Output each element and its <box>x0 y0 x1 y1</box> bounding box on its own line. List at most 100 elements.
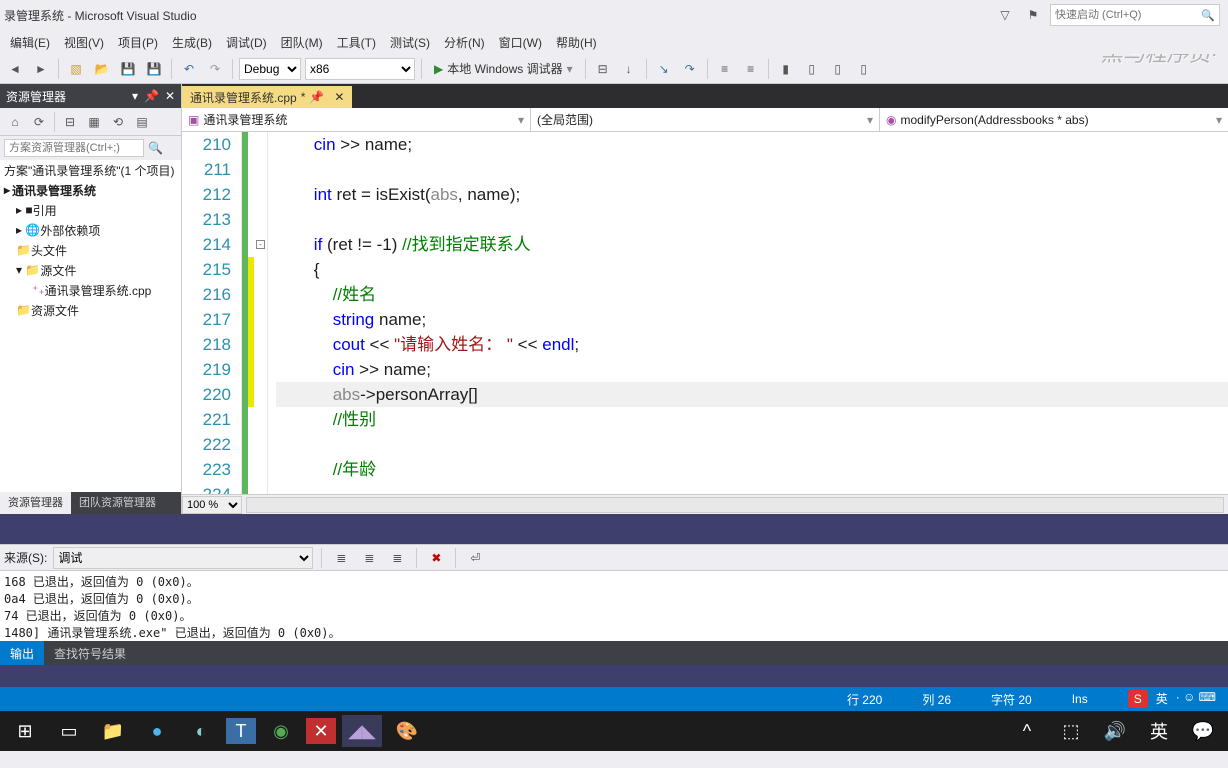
collapse-icon[interactable]: ⊟ <box>59 111 81 133</box>
close-icon[interactable]: ✕ <box>334 90 344 104</box>
menu-help[interactable]: 帮助(H) <box>550 32 603 53</box>
start-debug-button[interactable]: ▶ 本地 Windows 调试器 ▾ <box>428 58 579 80</box>
indent-left-icon[interactable]: ≡ <box>714 58 736 80</box>
menu-view[interactable]: 视图(V) <box>58 32 110 53</box>
output-source-select[interactable]: 调试 <box>53 547 313 569</box>
redo-icon[interactable]: ↷ <box>204 58 226 80</box>
project-node[interactable]: ▸通讯录管理系统 <box>0 180 181 200</box>
headers-node[interactable]: 📁 头文件 <box>0 240 181 260</box>
nav-fwd-icon[interactable]: ► <box>30 58 52 80</box>
menu-analyze[interactable]: 分析(N) <box>438 32 491 53</box>
pin-icon[interactable]: 📌 <box>144 89 159 103</box>
file-explorer-icon[interactable]: 📁 <box>94 715 132 747</box>
code-editor[interactable]: 2102112122132142152162172182192202212222… <box>182 132 1228 494</box>
paint-icon[interactable]: 🎨 <box>388 715 426 747</box>
feedback-icon[interactable]: ⚑ <box>1022 4 1044 26</box>
tb-icon-12[interactable]: ▯ <box>853 58 875 80</box>
bookmark-icon[interactable]: ▯ <box>827 58 849 80</box>
home-icon[interactable]: ⌂ <box>4 111 26 133</box>
menu-project[interactable]: 项目(P) <box>112 32 164 53</box>
properties-icon[interactable]: ▤ <box>131 111 153 133</box>
tab-team-explorer[interactable]: 团队资源管理器 <box>71 492 164 514</box>
resources-node[interactable]: 📁 资源文件 <box>0 300 181 320</box>
open-file-icon[interactable]: 📂 <box>91 58 113 80</box>
tb-icon-1[interactable]: ⊟ <box>592 58 614 80</box>
chevron-down-icon[interactable]: ▾ <box>132 89 138 103</box>
quick-launch-input[interactable] <box>1055 9 1201 21</box>
comment-icon[interactable]: ▮ <box>775 58 797 80</box>
save-icon[interactable]: 💾 <box>117 58 139 80</box>
ime-lang[interactable]: 英 <box>1156 690 1168 708</box>
file-tab-active[interactable]: 通讯录管理系统.cpp * 📌 ✕ <box>182 86 352 108</box>
quick-launch[interactable]: 🔍 <box>1050 4 1220 26</box>
external-deps-node[interactable]: ▸ 🌐 外部依赖项 <box>0 220 181 240</box>
tray-action-icon[interactable]: 💬 <box>1184 715 1222 747</box>
main-toolbar: ◄ ► ▧ 📂 💾 💾 ↶ ↷ Debug x86 ▶ 本地 Windows 调… <box>0 54 1228 84</box>
ime-sogou-icon[interactable]: S <box>1128 690 1148 708</box>
tab-solution-explorer[interactable]: 资源管理器 <box>0 492 71 514</box>
task-view-icon[interactable]: ▭ <box>50 715 88 747</box>
member-combo[interactable]: ◉ modifyPerson(Addressbooks * abs) ▾ <box>880 108 1228 131</box>
pin-icon[interactable]: 📌 <box>309 90 324 104</box>
platform-select[interactable]: x86 <box>305 58 415 80</box>
menu-build[interactable]: 生成(B) <box>166 32 218 53</box>
nav-back-icon[interactable]: ◄ <box>4 58 26 80</box>
app-icon-2[interactable]: T <box>226 718 256 744</box>
show-all-icon[interactable]: ▦ <box>83 111 105 133</box>
output-icon-1[interactable]: ≣ <box>330 547 352 569</box>
chevron-down-icon: ▾ <box>1216 113 1222 127</box>
step-into-icon[interactable]: ↘ <box>653 58 675 80</box>
solution-node[interactable]: 方案"通讯录管理系统"(1 个项目) <box>0 160 181 180</box>
app-icon-3[interactable]: ◉ <box>262 715 300 747</box>
horizontal-scrollbar[interactable] <box>246 497 1224 513</box>
zoom-select[interactable]: 100 % <box>182 496 242 514</box>
tray-ime-icon[interactable]: 英 <box>1140 715 1178 747</box>
tray-network-icon[interactable]: ⬚ <box>1052 715 1090 747</box>
tray-up-icon[interactable]: ^ <box>1008 715 1046 747</box>
start-button[interactable]: ⊞ <box>6 715 44 747</box>
tab-output[interactable]: 输出 <box>0 641 44 665</box>
outline-collapse-icon[interactable]: - <box>256 240 265 249</box>
sources-node[interactable]: ▾ 📁 源文件 <box>0 260 181 280</box>
sidebar-tabs: 资源管理器 团队资源管理器 <box>0 492 181 514</box>
clear-output-icon[interactable]: ✖ <box>425 547 447 569</box>
menu-tools[interactable]: 工具(T) <box>331 32 382 53</box>
output-icon-2[interactable]: ≣ <box>358 547 380 569</box>
step-over-icon[interactable]: ↷ <box>679 58 701 80</box>
indent-right-icon[interactable]: ≡ <box>740 58 762 80</box>
undo-icon[interactable]: ↶ <box>178 58 200 80</box>
browser-icon[interactable]: ● <box>138 715 176 747</box>
scope-combo[interactable]: ▣ 通讯录管理系统 ▾ <box>182 108 531 131</box>
type-combo[interactable]: (全局范围) ▾ <box>531 108 880 131</box>
sync-icon[interactable]: ⟳ <box>28 111 50 133</box>
source-file-node[interactable]: ⁺₊ 通讯录管理系统.cpp <box>0 280 181 300</box>
config-select[interactable]: Debug <box>239 58 301 80</box>
save-all-icon[interactable]: 💾 <box>143 58 165 80</box>
menu-team[interactable]: 团队(M) <box>275 32 329 53</box>
tray-volume-icon[interactable]: 🔊 <box>1096 715 1134 747</box>
output-icon-3[interactable]: ≣ <box>386 547 408 569</box>
app-icon-4[interactable]: ✕ <box>306 718 336 744</box>
app-icon-1[interactable]: ◐ <box>182 715 220 747</box>
menu-window[interactable]: 窗口(W) <box>493 32 548 53</box>
search-icon[interactable]: 🔍 <box>148 141 163 155</box>
tab-find-symbol[interactable]: 查找符号结果 <box>44 641 136 665</box>
panel-splitter[interactable] <box>0 514 1228 544</box>
menu-test[interactable]: 测试(S) <box>384 32 436 53</box>
visual-studio-icon[interactable]: ◢◣ <box>342 715 382 747</box>
menu-edit[interactable]: 编辑(E) <box>4 32 56 53</box>
menu-debug[interactable]: 调试(D) <box>220 32 273 53</box>
solution-tree[interactable]: 方案"通讯录管理系统"(1 个项目) ▸通讯录管理系统 ▸ ■ 引用 ▸ 🌐 外… <box>0 160 181 492</box>
refresh-icon[interactable]: ⟲ <box>107 111 129 133</box>
solution-search-input[interactable] <box>4 139 144 157</box>
uncomment-icon[interactable]: ▯ <box>801 58 823 80</box>
output-text[interactable]: 168 已退出，返回值为 0 (0x0)。 0a4 已退出，返回值为 0 (0x… <box>0 571 1228 641</box>
new-project-icon[interactable]: ▧ <box>65 58 87 80</box>
close-icon[interactable]: ✕ <box>165 89 175 103</box>
toggle-wrap-icon[interactable]: ⏎ <box>464 547 486 569</box>
ime-extra[interactable]: · ☺ ⌨ <box>1176 690 1216 708</box>
code-lines[interactable]: cin >> name; int ret = isExist(abs, name… <box>268 132 1228 494</box>
references-node[interactable]: ▸ ■ 引用 <box>0 200 181 220</box>
notifications-icon[interactable]: ▽ <box>994 4 1016 26</box>
tb-icon-2[interactable]: ↓ <box>618 58 640 80</box>
